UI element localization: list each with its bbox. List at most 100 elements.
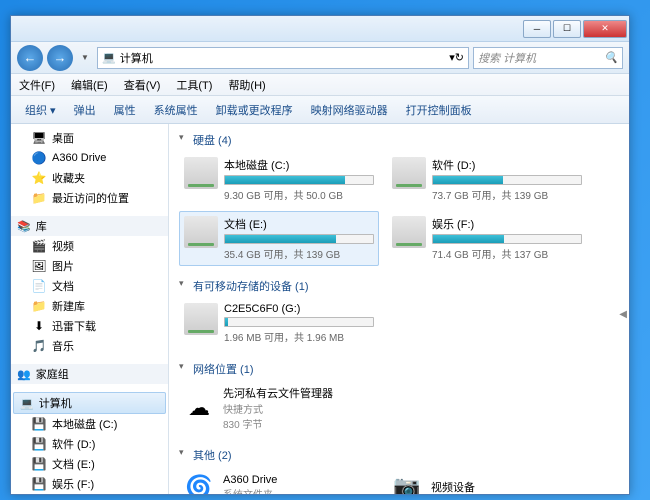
minimize-button[interactable]: ─: [523, 20, 551, 38]
sidebar-lib-5[interactable]: 🎵音乐: [11, 336, 168, 356]
item-label: 最近访问的位置: [52, 190, 129, 206]
drive-item[interactable]: 文档 (E:) 35.4 GB 可用，共 139 GB: [179, 211, 379, 266]
sidebar-comp-3[interactable]: 💾娱乐 (F:): [11, 474, 168, 494]
item-icon: 💾: [31, 476, 47, 492]
drive-icon: [392, 216, 426, 248]
sidebar-lib-3[interactable]: 📁新建库: [11, 296, 168, 316]
drive-name: 软件 (D:): [432, 157, 582, 173]
menu-help[interactable]: 帮助(H): [220, 77, 273, 93]
item-label: A360 Drive: [52, 152, 106, 164]
capacity-bar: [432, 234, 582, 244]
menu-edit[interactable]: 编辑(E): [63, 77, 116, 93]
maximize-button[interactable]: ☐: [553, 20, 581, 38]
toolbar: 组织 ▾ 弹出 属性 系统属性 卸载或更改程序 映射网络驱动器 打开控制面板: [11, 96, 629, 124]
sidebar-comp-1[interactable]: 💾 软件 (D:): [11, 434, 168, 454]
drive-free-text: 73.7 GB 可用，共 139 GB: [432, 187, 582, 202]
forward-button[interactable]: →: [47, 45, 73, 71]
other-item[interactable]: 🌀A360 Drive系统文件夹: [179, 467, 379, 494]
address-box[interactable]: 💻 计算机 ▾ ↻: [97, 47, 469, 69]
item-label: 文档 (E:): [52, 456, 95, 472]
search-input[interactable]: 搜索 计算机 🔍: [473, 47, 623, 69]
drive-name: 本地磁盘 (C:): [224, 157, 374, 173]
item-icon: 📁: [31, 190, 47, 206]
nav-dropdown[interactable]: ▼: [77, 45, 93, 71]
drive-name: 文档 (E:): [224, 216, 374, 232]
breadcrumb[interactable]: 计算机: [116, 50, 157, 66]
refresh-icon[interactable]: ↻: [455, 51, 464, 64]
expand-chevron-icon[interactable]: ◀: [619, 309, 627, 320]
group-removable-header[interactable]: 有可移动存储的设备 (1): [179, 276, 619, 298]
item-label: 收藏夹: [52, 170, 85, 186]
net-item[interactable]: ☁先河私有云文件管理器快捷方式830 字节: [179, 381, 379, 435]
sidebar-lib-1[interactable]: 🖼 图片: [11, 256, 168, 276]
drive-item[interactable]: 娱乐 (F:) 71.4 GB 可用，共 137 GB: [387, 211, 587, 266]
item-label: 图片: [52, 258, 74, 274]
content-pane: ◀ 硬盘 (4) 本地磁盘 (C:)9.30 GB 可用，共 50.0 GB软件…: [169, 124, 629, 494]
capacity-bar: [432, 175, 582, 185]
sidebar-lib-2[interactable]: 📄 文档: [11, 276, 168, 296]
item-icon: 💾: [31, 416, 47, 432]
sidebar-comp-0[interactable]: 💾 本地磁盘 (C:): [11, 414, 168, 434]
drive-item[interactable]: 软件 (D:) 73.7 GB 可用，共 139 GB: [387, 152, 587, 207]
item-icon: ⬇: [31, 318, 47, 334]
uninstall-button[interactable]: 卸载或更改程序: [208, 99, 301, 121]
sidebar-fav-1[interactable]: 🔵A360 Drive: [11, 148, 168, 168]
menu-view[interactable]: 查看(V): [116, 77, 169, 93]
item-icon: 🎵: [31, 338, 47, 354]
menubar: 文件(F) 编辑(E) 查看(V) 工具(T) 帮助(H): [11, 74, 629, 96]
explorer-window: ─ ☐ ✕ ← → ▼ 💻 计算机 ▾ ↻ 搜索 计算机 🔍 文件(F) 编辑(…: [10, 15, 630, 495]
sidebar-computer-header[interactable]: 💻计算机: [13, 392, 166, 414]
drive-icon: [392, 157, 426, 189]
drive-icon: [184, 303, 218, 335]
capacity-bar: [224, 234, 374, 244]
organize-button[interactable]: 组织 ▾: [17, 99, 64, 121]
mapnetdrive-button[interactable]: 映射网络驱动器: [303, 99, 396, 121]
other-name: 视频设备: [431, 479, 475, 494]
item-label: 本地磁盘 (C:): [52, 416, 117, 432]
capacity-bar: [224, 175, 374, 185]
other-icon: 📷: [391, 471, 423, 494]
search-icon: 🔍: [604, 51, 618, 64]
other-item[interactable]: 📷 视频设备: [387, 467, 587, 494]
other-name: A360 Drive: [223, 474, 277, 486]
item-label: 文档: [52, 278, 74, 294]
sidebar-homegroup-header[interactable]: 👥家庭组: [11, 364, 168, 384]
sidebar-lib-0[interactable]: 🎬视频: [11, 236, 168, 256]
item-icon: 📁: [31, 298, 47, 314]
sidebar-lib-4[interactable]: ⬇迅雷下载: [11, 316, 168, 336]
item-label: 视频: [52, 238, 74, 254]
item-icon: ⭐: [31, 170, 47, 186]
body: 🖥桌面🔵A360 Drive ⭐ 收藏夹 📁 最近访问的位置 📚库 🎬视频 🖼 图片 📄 文档 📁…: [11, 124, 629, 494]
drive-free-text: 1.96 MB 可用，共 1.96 MB: [224, 329, 374, 344]
sysproperties-button[interactable]: 系统属性: [146, 99, 206, 121]
sidebar-fav-3[interactable]: 📁 最近访问的位置: [11, 188, 168, 208]
sidebar-comp-2[interactable]: 💾文档 (E:): [11, 454, 168, 474]
net-name: 先河私有云文件管理器: [223, 385, 333, 401]
back-button[interactable]: ←: [17, 45, 43, 71]
drive-item[interactable]: C2E5C6F0 (G:)1.96 MB 可用，共 1.96 MB: [179, 298, 379, 349]
item-icon: 🖥: [31, 130, 47, 146]
properties-button[interactable]: 属性: [106, 99, 144, 121]
group-other-header[interactable]: 其他 (2): [179, 445, 619, 467]
item-icon: 💾: [31, 436, 47, 452]
eject-button[interactable]: 弹出: [66, 99, 104, 121]
drive-free-text: 71.4 GB 可用，共 137 GB: [432, 246, 582, 261]
drive-name: 娱乐 (F:): [432, 216, 582, 232]
item-label: 软件 (D:): [52, 436, 95, 452]
sidebar-fav-0[interactable]: 🖥桌面: [11, 128, 168, 148]
group-hdd-header[interactable]: 硬盘 (4): [179, 130, 619, 152]
controlpanel-button[interactable]: 打开控制面板: [398, 99, 480, 121]
drive-free-text: 35.4 GB 可用，共 139 GB: [224, 246, 374, 261]
capacity-bar: [224, 317, 374, 327]
sidebar-fav-2[interactable]: ⭐ 收藏夹: [11, 168, 168, 188]
item-icon: 🖼: [31, 258, 47, 274]
sidebar-libraries-header[interactable]: 📚库: [11, 216, 168, 236]
other-sub: 系统文件夹: [223, 486, 277, 495]
menu-tools[interactable]: 工具(T): [168, 77, 220, 93]
group-net-header[interactable]: 网络位置 (1): [179, 359, 619, 381]
item-icon: 📄: [31, 278, 47, 294]
menu-file[interactable]: 文件(F): [11, 77, 63, 93]
close-button[interactable]: ✕: [583, 20, 627, 38]
drive-item[interactable]: 本地磁盘 (C:)9.30 GB 可用，共 50.0 GB: [179, 152, 379, 207]
cloud-icon: ☁: [183, 392, 215, 424]
